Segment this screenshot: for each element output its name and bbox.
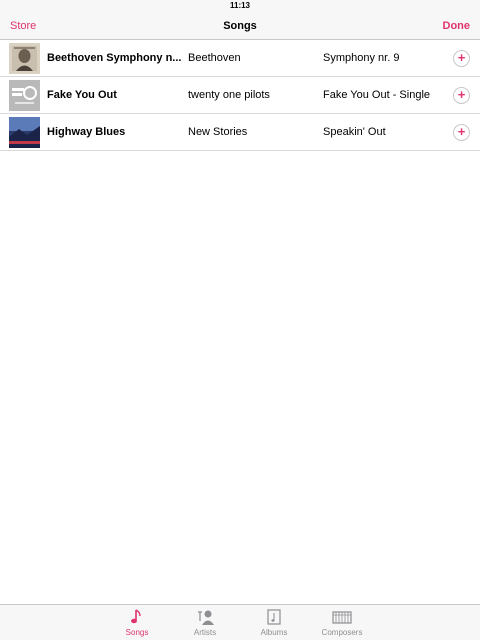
tab-composers[interactable]: Composers	[312, 609, 372, 637]
tab-songs[interactable]: Songs	[107, 609, 167, 637]
song-row[interactable]: Highway Blues New Stories Speakin' Out +	[0, 114, 480, 151]
song-album: Speakin' Out	[323, 126, 386, 138]
song-artist: New Stories	[188, 126, 248, 138]
add-song-button[interactable]: +	[453, 124, 470, 141]
page-title: Songs	[223, 20, 257, 32]
tab-label: Artists	[193, 628, 217, 637]
artist-icon	[198, 610, 214, 625]
tab-albums[interactable]: Albums	[244, 609, 304, 637]
navigation-bar: Store Songs Done	[0, 12, 480, 40]
song-album: Fake You Out - Single	[323, 89, 431, 101]
song-title: Highway Blues	[47, 126, 126, 138]
tab-label: Composers	[321, 628, 363, 637]
album-icon	[267, 609, 281, 625]
song-title: Fake You Out	[47, 89, 117, 101]
tab-label: Songs	[125, 628, 149, 637]
song-artist: twenty one pilots	[188, 89, 270, 101]
album-art-beethoven	[9, 43, 40, 74]
tab-label: Albums	[260, 628, 288, 637]
song-artist: Beethoven	[188, 52, 241, 64]
add-song-button[interactable]: +	[453, 87, 470, 104]
status-time: 11:13	[229, 1, 251, 10]
song-title: Beethoven Symphony n...	[47, 52, 182, 64]
song-list: Beethoven Symphony n... Beethoven Sympho…	[0, 40, 480, 151]
music-note-icon	[131, 609, 141, 624]
tab-bar: Songs Artists Albums Composers	[0, 604, 480, 640]
song-row[interactable]: Beethoven Symphony n... Beethoven Sympho…	[0, 40, 480, 77]
done-button[interactable]: Done	[443, 20, 471, 32]
album-art-highway-blues	[9, 117, 40, 148]
song-album: Symphony nr. 9	[323, 52, 400, 64]
song-row[interactable]: Fake You Out twenty one pilots Fake You …	[0, 77, 480, 114]
album-art-fake-you-out	[9, 80, 40, 111]
piano-keys-icon	[332, 611, 352, 624]
status-bar: 11:13	[0, 0, 480, 12]
tab-artists[interactable]: Artists	[175, 609, 235, 637]
add-song-button[interactable]: +	[453, 50, 470, 67]
